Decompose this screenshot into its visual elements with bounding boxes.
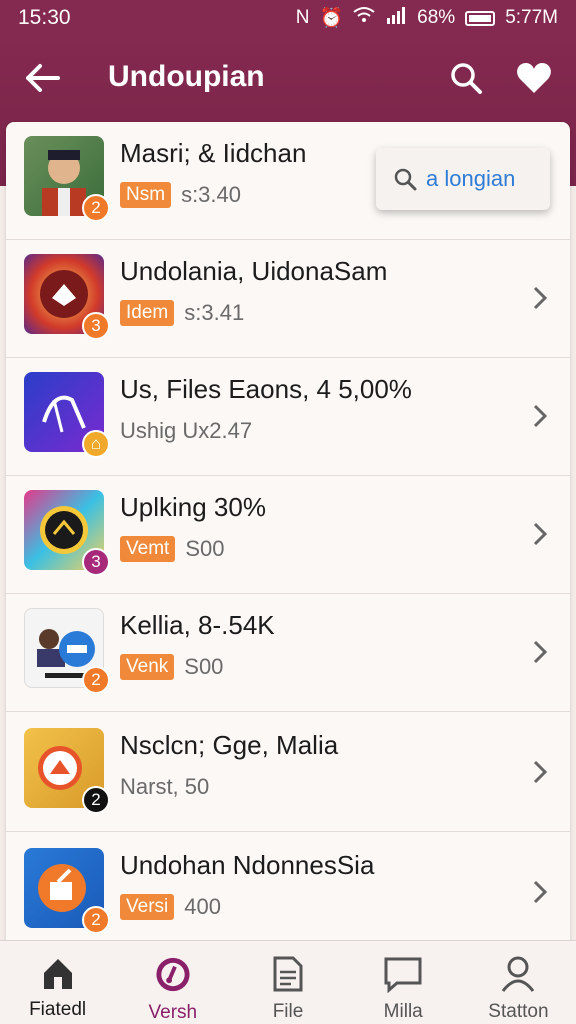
count-badge: 2 [82,906,110,934]
item-title: Us, Files Eaons, 4 5,00% [120,374,412,404]
search-icon[interactable] [446,58,486,98]
chevron-right-icon [533,640,548,664]
count-badge: 2 [82,194,110,222]
status-bar: 15:30 N ⏰ 68% 5:77M [0,0,576,36]
list-item[interactable]: 3 Uplking 30% Vemt S00 [6,476,570,594]
thumbnail: 3 [24,490,110,576]
item-meta: Ushig Ux2.47 [120,418,253,443]
status-icons: N ⏰ 68% 5:77M [296,6,558,30]
thumbnail: 3 [24,254,110,340]
search-icon [394,168,417,191]
item-meta: 400 [184,894,221,919]
nav-item-statton[interactable]: Statton [461,941,576,1024]
page-title: Undoupian [108,60,265,93]
nav-item-file[interactable]: File [230,941,345,1024]
count-badge: 2 [82,786,110,814]
thumbnail: 2 [24,728,110,814]
list-item[interactable]: ⌂ Us, Files Eaons, 4 5,00% Ushig Ux2.47 [6,358,570,476]
nav-item-milla[interactable]: Milla [346,941,461,1024]
alarm-icon: ⏰ [319,8,344,29]
nav-item-versh[interactable]: Versh [115,941,230,1024]
chevron-right-icon [533,880,548,904]
battery-icon [465,10,496,26]
music-disc-icon [156,957,190,992]
results-list: 2 Masri; & Iidchan Nsm s:3.40 3 Undolani… [6,122,570,952]
item-meta: s:3.40 [181,182,241,207]
item-tag: Nsm [120,182,172,208]
battery-percent: 68% [417,7,456,28]
item-title: Undohan NdonnesSia [120,850,375,880]
nav-label: Versh [148,1002,198,1023]
thumbnail: ⌂ [24,372,110,458]
thumbnail: 2 [24,848,110,934]
list-item[interactable]: 3 Undolania, UidonaSam Idem s:3.41 [6,240,570,358]
back-arrow-icon[interactable] [22,58,66,98]
list-item[interactable]: 2 Undohan NdonnesSia Versi 400 [6,834,570,952]
nav-label: Milla [383,1001,423,1022]
item-title: Nsclcn; Gge, Malia [120,730,339,760]
chevron-right-icon [533,760,548,784]
file-icon [273,956,303,992]
item-tag: Vemt [120,536,176,562]
home-badge-icon: ⌂ [82,430,110,458]
search-suggestion-text: a longian [426,166,516,191]
item-meta: S00 [185,536,225,561]
count-badge: 3 [82,548,110,576]
heart-icon[interactable] [514,58,554,98]
item-tag: Venk [120,654,175,680]
chat-icon [384,957,422,993]
chevron-right-icon [533,404,548,428]
thumbnail: 2 [24,136,110,222]
person-icon [502,956,535,992]
item-meta: S00 [184,654,224,679]
home-icon [43,959,72,989]
list-item[interactable]: 2 Nsclcn; Gge, Malia Narst, 50 [6,714,570,832]
signal-icon [385,6,407,30]
nav-label: Statton [488,1001,549,1022]
nav-label: Fiatedl [29,999,87,1020]
item-title: Kellia, 8-.54K [120,610,275,640]
chevron-right-icon [533,286,548,310]
item-tag: Versi [120,894,175,920]
status-extra: 5:77M [505,7,558,28]
item-meta: s:3.41 [184,300,245,325]
thumbnail: 2 [24,608,110,694]
nav-item-home[interactable]: Fiatedl [0,941,115,1024]
item-title: Masri; & Iidchan [120,138,307,168]
item-tag: Idem [120,300,175,326]
nfc-icon: N [295,7,310,28]
item-title: Undolania, UidonaSam [120,256,388,286]
wifi-icon [353,6,375,30]
count-badge: 3 [82,312,110,340]
count-badge: 2 [82,666,110,694]
item-meta: Narst, 50 [120,774,210,799]
chevron-right-icon [533,522,548,546]
search-suggestion-chip[interactable]: a longian [376,148,550,210]
item-title: Uplking 30% [120,492,266,522]
nav-label: File [272,1001,304,1022]
bottom-nav: Fiatedl Versh File Milla Statton [0,940,576,1024]
list-item[interactable]: 2 Kellia, 8-.54K Venk S00 [6,594,570,712]
status-time: 15:30 [18,6,71,29]
